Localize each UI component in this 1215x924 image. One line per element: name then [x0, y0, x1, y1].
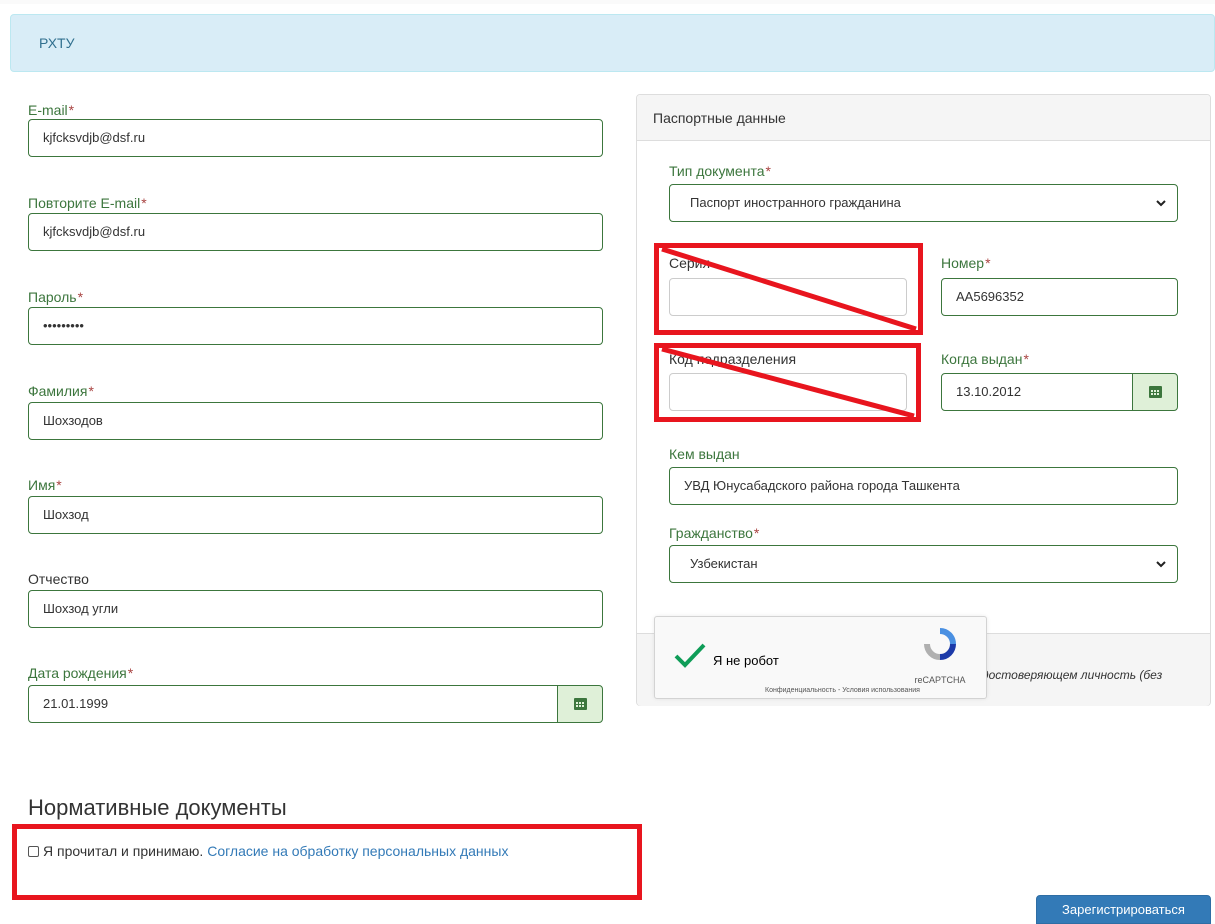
recaptcha-widget[interactable]: Я не робот reCAPTCHA Конфиденциальность … [654, 616, 987, 699]
recaptcha-logo-icon [924, 628, 956, 660]
chevron-down-icon [1156, 561, 1166, 568]
birth-date-field[interactable]: 21.01.1999 [28, 685, 558, 723]
email-repeat-field[interactable]: kjfcksvdjb@dsf.ru [28, 213, 603, 251]
password-field[interactable]: ••••••••• [28, 307, 603, 345]
birth-date-label: Дата рождения* [28, 665, 134, 681]
issue-date-field[interactable]: 13.10.2012 [941, 373, 1133, 411]
series-field[interactable] [669, 278, 907, 316]
passport-panel-title: Паспортные данные [653, 110, 786, 126]
checkmark-icon [674, 643, 706, 668]
division-code-label: Код подразделения [669, 351, 797, 367]
calendar-icon [1148, 386, 1162, 398]
agree-text: Я прочитал и принимаю. Согласие на обраб… [43, 843, 508, 859]
last-name-field[interactable]: Шохзодов [28, 402, 603, 440]
agree-statement: Я прочитал и принимаю. [43, 843, 204, 859]
university-alert: РХТУ [10, 14, 1215, 72]
issue-date-calendar-button[interactable] [1132, 373, 1178, 411]
number-field[interactable]: AA5696352 [941, 278, 1178, 316]
citizenship-label: Гражданство* [669, 525, 760, 541]
number-label: Номер* [941, 255, 991, 271]
university-name: РХТУ [39, 35, 75, 51]
doc-type-select[interactable]: Паспорт иностранного гражданина [669, 184, 1178, 222]
citizenship-value: Узбекистан [690, 556, 758, 571]
first-name-label: Имя* [28, 477, 62, 493]
series-label: Серия [669, 255, 711, 271]
consent-link[interactable]: Согласие на обработку персональных данны… [207, 843, 508, 859]
agree-checkbox[interactable] [28, 846, 39, 857]
first-name-field[interactable]: Шохзод [28, 496, 603, 534]
doc-type-value: Паспорт иностранного гражданина [690, 195, 901, 210]
division-code-field[interactable] [669, 373, 907, 411]
password-label: Пароль* [28, 289, 84, 305]
annotation-box-consent [12, 824, 642, 900]
email-repeat-label: Повторите E-mail* [28, 195, 147, 211]
passport-panel-header: Паспортные данные [637, 95, 1210, 141]
passport-footer-note: достоверяющем личность (без [982, 668, 1163, 682]
birth-date-calendar-button[interactable] [557, 685, 603, 723]
register-button[interactable]: Зарегистрироваться [1036, 895, 1211, 924]
recaptcha-links[interactable]: Конфиденциальность - Условия использован… [765, 687, 920, 694]
patronymic-field[interactable]: Шохзод угли [28, 590, 603, 628]
issue-date-label: Когда выдан* [941, 351, 1029, 367]
citizenship-select[interactable]: Узбекистан [669, 545, 1178, 583]
doc-type-label: Тип документа* [669, 163, 771, 179]
patronymic-label: Отчество [28, 571, 89, 587]
chevron-down-icon [1156, 200, 1166, 207]
calendar-icon [573, 698, 587, 710]
recaptcha-label: Я не робот [713, 653, 779, 668]
email-field[interactable]: kjfcksvdjb@dsf.ru [28, 119, 603, 157]
issued-by-field[interactable]: УВД Юнусабадского района города Ташкента [669, 467, 1178, 505]
last-name-label: Фамилия* [28, 383, 94, 399]
top-strip [0, 0, 1215, 4]
documents-title: Нормативные документы [28, 795, 287, 820]
issued-by-label: Кем выдан [669, 446, 740, 462]
recaptcha-brand: reCAPTCHA [914, 675, 966, 685]
email-label: E-mail* [28, 102, 75, 118]
